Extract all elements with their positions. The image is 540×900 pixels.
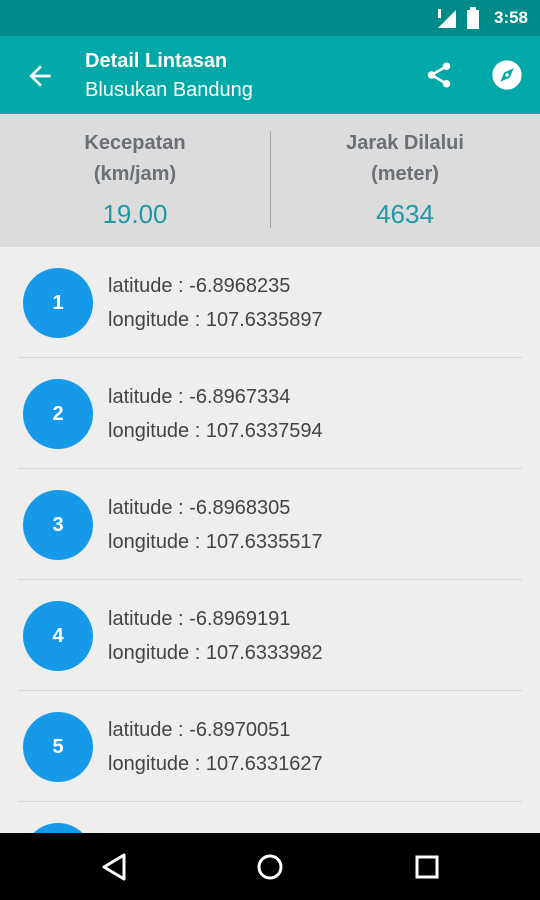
point-number-badge: 1 (23, 268, 93, 338)
status-time: 3:58 (493, 8, 528, 27)
app-bar: Detail Lintasan Blusukan Bandung (0, 36, 540, 114)
list-item[interactable]: 5 latitude : -6.8970051 longitude : 107.… (0, 691, 540, 802)
share-icon[interactable] (424, 60, 454, 90)
distance-label-line1: Jarak Dilalui (346, 132, 464, 154)
list-item[interactable]: 4 latitude : -6.8969191 longitude : 107.… (0, 580, 540, 691)
list-item[interactable] (0, 802, 540, 833)
speed-stat: Kecepatan (km/jam) 19.00 (0, 114, 270, 247)
distance-value: 4634 (376, 199, 434, 229)
list-item[interactable]: 2 latitude : -6.8967334 longitude : 107.… (0, 358, 540, 469)
page-subtitle: Blusukan Bandung (85, 79, 253, 101)
list-item[interactable]: 1 latitude : -6.8968235 longitude : 107.… (0, 247, 540, 358)
back-arrow-icon[interactable] (24, 60, 56, 92)
speed-value: 19.00 (102, 199, 168, 229)
latitude-text: latitude : -6.8968235 (108, 275, 291, 297)
distance-stat: Jarak Dilalui (meter) 4634 (270, 114, 540, 247)
compass-icon[interactable] (491, 59, 523, 91)
status-bar: 3:58 (0, 0, 540, 36)
latitude-text: latitude : -6.8968305 (108, 497, 291, 519)
nav-recents-icon[interactable] (409, 849, 445, 885)
points-list[interactable]: 1 latitude : -6.8968235 longitude : 107.… (0, 247, 540, 833)
latitude-text: latitude : -6.8967334 (108, 386, 291, 408)
nav-back-icon[interactable] (96, 849, 132, 885)
list-item[interactable]: 3 latitude : -6.8968305 longitude : 107.… (0, 469, 540, 580)
longitude-text: longitude : 107.6333982 (108, 642, 323, 664)
longitude-text: longitude : 107.6331627 (108, 753, 323, 775)
signal-icon (437, 9, 456, 28)
latitude-text: latitude : -6.8970051 (108, 719, 291, 741)
battery-icon (466, 7, 479, 29)
speed-label-line1: Kecepatan (84, 132, 186, 154)
speed-label: Kecepatan (km/jam) (0, 128, 270, 190)
distance-label-line2: (meter) (371, 163, 439, 185)
point-number-badge: 3 (23, 490, 93, 560)
distance-label: Jarak Dilalui (meter) (270, 128, 540, 190)
point-number-badge: 5 (23, 712, 93, 782)
longitude-text: longitude : 107.6335897 (108, 309, 323, 331)
title-block: Detail Lintasan Blusukan Bandung (85, 48, 253, 104)
system-nav-bar (0, 833, 540, 900)
point-number-badge: 4 (23, 601, 93, 671)
nav-home-icon[interactable] (252, 849, 288, 885)
point-number-badge: 2 (23, 379, 93, 449)
point-number-badge (23, 823, 93, 833)
page-title: Detail Lintasan (85, 50, 228, 72)
longitude-text: longitude : 107.6337594 (108, 420, 323, 442)
longitude-text: longitude : 107.6335517 (108, 531, 323, 553)
speed-label-line2: (km/jam) (93, 163, 177, 185)
latitude-text: latitude : -6.8969191 (108, 608, 291, 630)
stats-panel: Kecepatan (km/jam) 19.00 Jarak Dilalui (… (0, 114, 540, 247)
